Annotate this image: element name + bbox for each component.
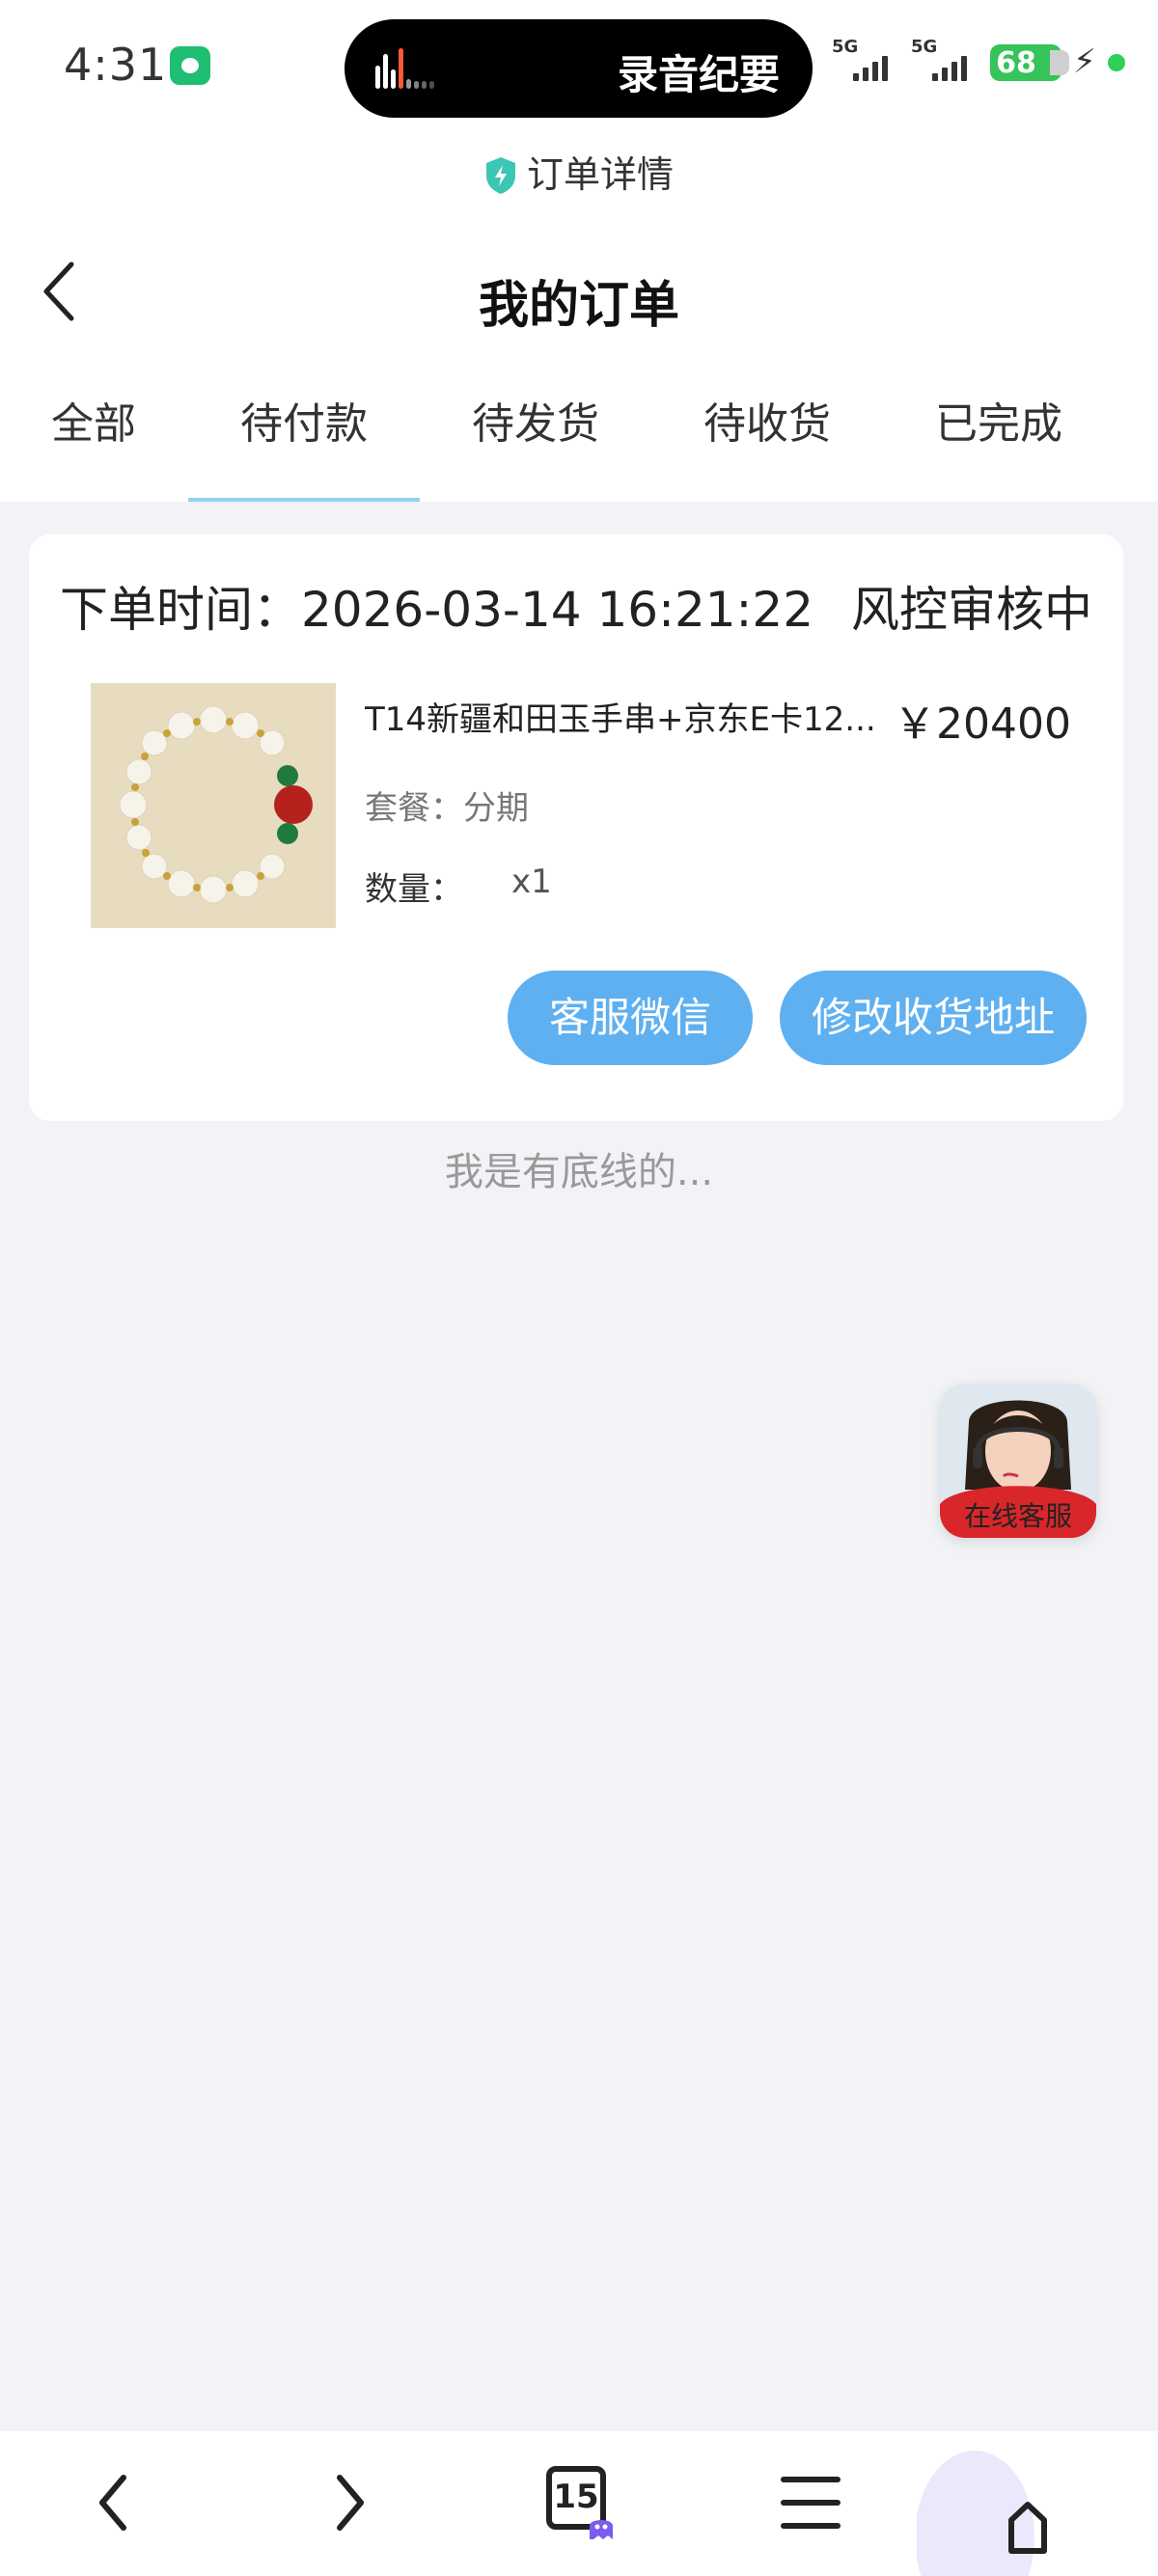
signal-icon: 5G [832,37,899,85]
active-tab-indicator [188,498,420,502]
browser-back-button[interactable] [68,2460,164,2547]
quantity-value: x1 [511,863,552,901]
chevron-left-icon [99,2475,126,2531]
home-icon [915,2451,1047,2576]
menu-icon [781,2477,841,2529]
app-notification-icon [170,46,210,85]
recording-label: 录音纪要 [617,51,780,98]
order-status: 风控审核中 [851,582,1092,638]
order-time-value: 2026-03-14 16:21:22 [301,582,814,638]
status-time: 4:31 [64,39,168,91]
browser-bottom-bar: 15 [0,2431,1158,2576]
tab-count: 15 [553,2478,599,2516]
recording-wave-icon [373,48,441,89]
page-label: 订单详情 [0,145,1158,198]
app-header: 我的订单 全部 待付款 待发货 待收货 已完成 [0,226,1158,502]
order-card[interactable]: 下单时间：2026-03-14 16:21:22 风控审核中 T14新疆和田玉手… [29,534,1123,1121]
browser-menu-button[interactable] [762,2460,859,2547]
order-tabs: 全部 待付款 待发货 待收货 已完成 [0,390,1158,502]
signal-icon-2: 5G [911,37,979,85]
browser-home-button[interactable] [915,2431,1062,2576]
online-service-button[interactable]: 在线客服 [940,1384,1096,1538]
ghost-icon [590,2520,613,2539]
charging-icon: ⚡ [1073,42,1096,81]
order-time-label: 下单时间： [60,582,301,638]
product-price: ￥20400 [894,699,1071,749]
product-package: 套餐：分期 [365,781,529,829]
product-name[interactable]: T14新疆和田玉手串+京东E卡12... [365,693,905,740]
package-value: 分期 [463,789,529,828]
tab-pending-payment[interactable]: 待付款 [188,390,420,502]
order-time: 下单时间：2026-03-14 16:21:22 [60,571,813,641]
quantity-label: 数量： [365,870,463,909]
page-label-text: 订单详情 [526,153,674,196]
edit-address-button[interactable]: 修改收货地址 [780,971,1087,1065]
tab-all[interactable]: 全部 [21,390,166,502]
browser-forward-button[interactable] [299,2460,396,2547]
wechat-service-button[interactable]: 客服微信 [508,971,753,1065]
chevron-right-icon [337,2475,364,2531]
tab-pending-receipt[interactable]: 待收货 [676,390,859,502]
tab-completed[interactable]: 已完成 [907,390,1090,502]
battery-icon: 68 [990,44,1069,81]
package-label: 套餐： [365,789,463,828]
tab-pending-shipment[interactable]: 待发货 [444,390,627,502]
shield-icon [485,157,515,194]
privacy-dot-icon [1108,54,1125,71]
status-bar: 4:31 录音纪要 5G 5G 68 ⚡ 订单详情 [0,0,1158,196]
online-service-label: 在线客服 [963,1500,1072,1532]
list-end-note: 我是有底线的... [444,1150,714,1194]
product-thumbnail[interactable] [91,683,336,928]
dynamic-island[interactable]: 录音纪要 [345,19,813,118]
page-title: 我的订单 [478,277,679,335]
